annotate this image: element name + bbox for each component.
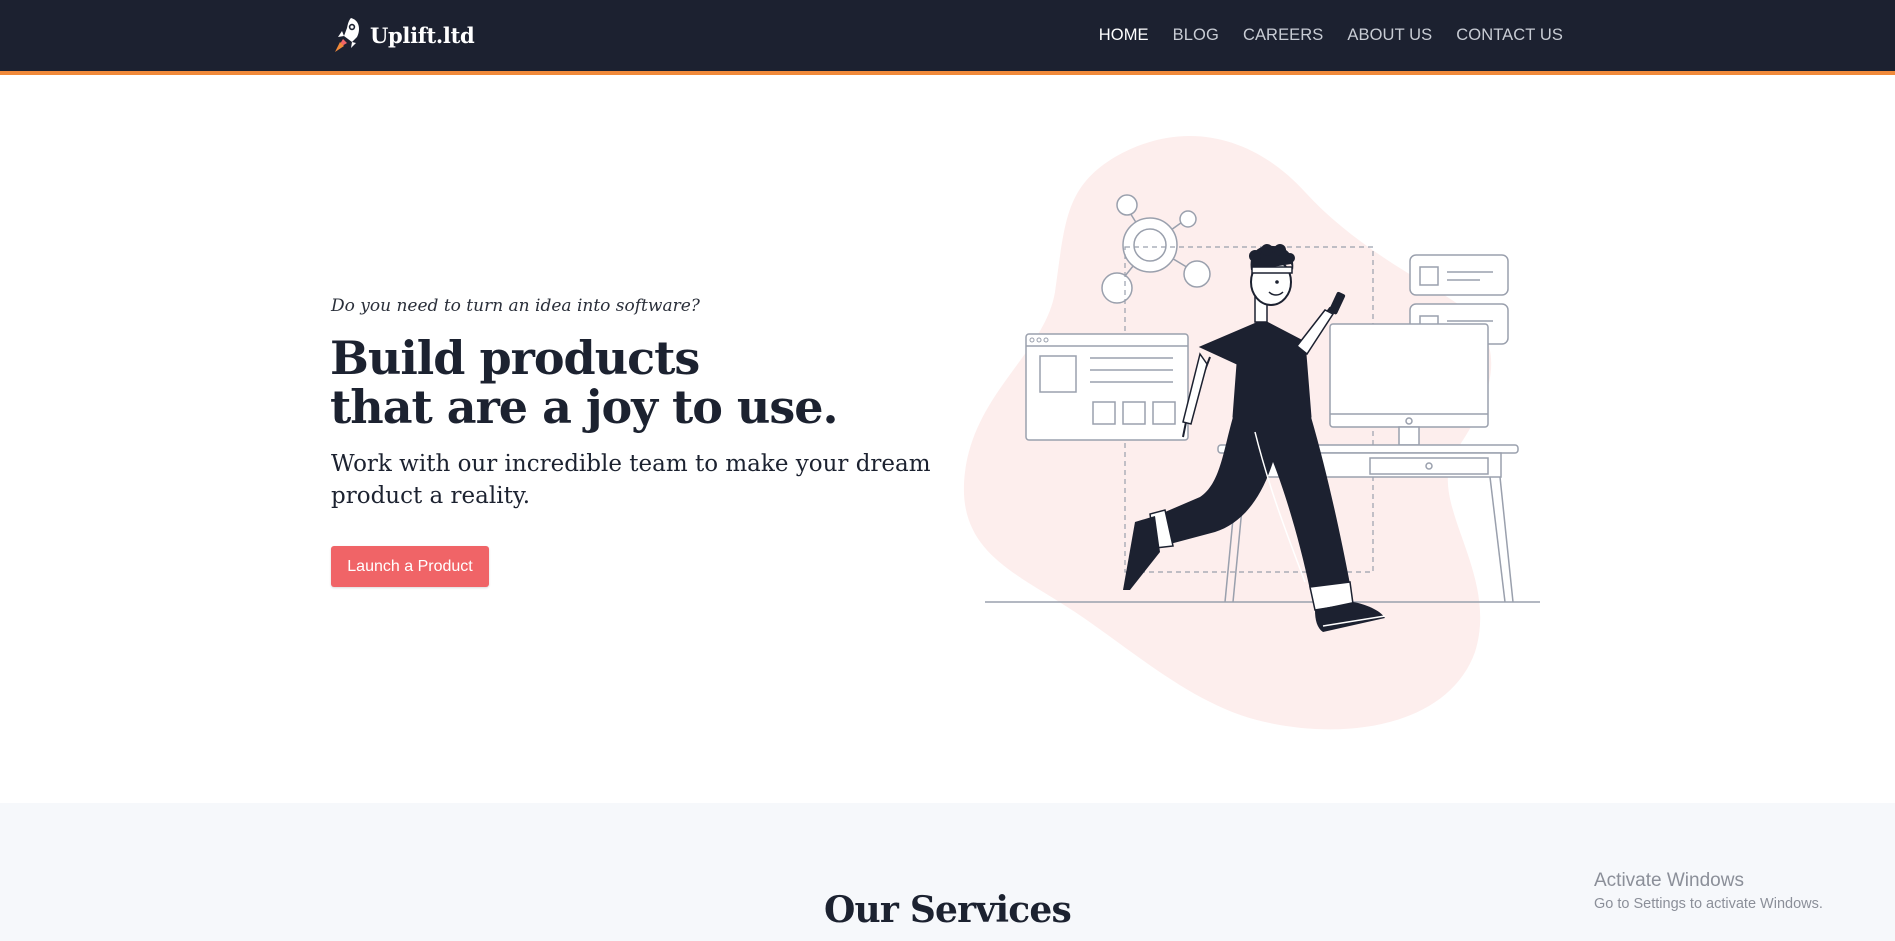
watermark-title: Activate Windows [1594,870,1744,891]
windows-activation-watermark: Activate Windows Go to Settings to activ… [1594,870,1823,912]
hero-illustration [963,135,1540,730]
rocket-icon [335,18,359,52]
nav-blog[interactable]: BLOG [1173,26,1219,45]
launch-product-button[interactable]: Launch a Product [331,546,489,587]
nav-contact-us[interactable]: CONTACT US [1456,26,1563,45]
watermark-subtitle: Go to Settings to activate Windows. [1594,896,1823,912]
hero-title-line-1: Build products [330,331,700,385]
main-nav: HOME BLOG CAREERS ABOUT US CONTACT US [1075,0,1563,71]
hero-subtitle: Work with our incredible team to make yo… [331,451,931,509]
hero-title-line-2: that are a joy to use. [330,380,839,434]
hero-title: Build products that are a joy to use. [330,334,950,432]
nav-careers[interactable]: CAREERS [1243,26,1323,45]
nav-about-us[interactable]: ABOUT US [1347,26,1432,45]
brand-logo[interactable]: Uplift.ltd [330,15,475,55]
nav-home[interactable]: HOME [1099,26,1149,45]
brand-name: Uplift.ltd [370,22,475,48]
site-header: Uplift.ltd HOME BLOG CAREERS ABOUT US CO… [0,0,1895,75]
hero-eyebrow: Do you need to turn an idea into softwar… [331,296,700,316]
